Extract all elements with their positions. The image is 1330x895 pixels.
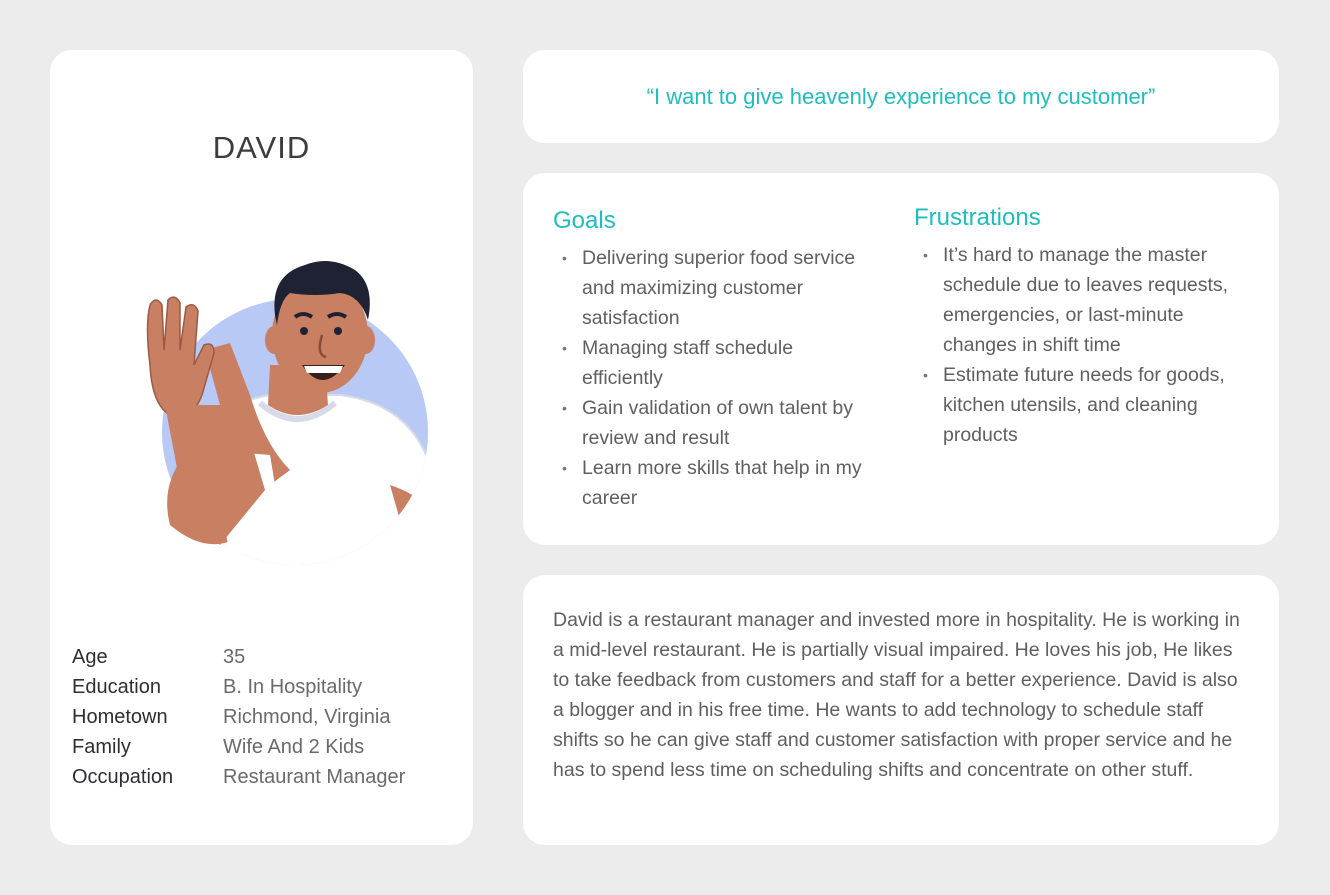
list-item: Managing staff schedule efficiently	[553, 333, 873, 393]
list-item: Learn more skills that help in my career	[553, 453, 873, 513]
frustrations-title: Frustrations	[914, 204, 1041, 231]
detail-value: Richmond, Virginia	[223, 705, 391, 728]
persona-quote: “I want to give heavenly experience to m…	[646, 83, 1156, 109]
detail-value: B. In Hospitality	[223, 675, 362, 698]
goals-frustrations-card: Goals Delivering superior food service a…	[523, 173, 1279, 545]
frustrations-section: Frustrations It’s hard to manage the mas…	[914, 204, 1244, 450]
detail-row-age: Age 35	[72, 642, 405, 672]
detail-value: 35	[223, 645, 246, 668]
profile-card: DAVID Age 35 Education B. In Hospitality…	[50, 50, 473, 845]
detail-label: Family	[72, 735, 131, 758]
detail-value: Wife And 2 Kids	[223, 735, 365, 758]
detail-label: Education	[72, 675, 161, 698]
bio-card: David is a restaurant manager and invest…	[523, 575, 1279, 845]
quote-card: “I want to give heavenly experience to m…	[523, 50, 1279, 143]
detail-row-occupation: Occupation Restaurant Manager	[72, 762, 405, 792]
goals-section: Goals Delivering superior food service a…	[553, 207, 873, 513]
list-item: Delivering superior food service and max…	[553, 243, 873, 333]
list-item: Estimate future needs for goods, kitchen…	[914, 360, 1244, 450]
detail-label: Occupation	[72, 765, 174, 788]
list-item: Gain validation of own talent by review …	[553, 393, 873, 453]
persona-name: DAVID	[212, 130, 311, 165]
goals-list: Delivering superior food service and max…	[553, 243, 873, 513]
detail-label: Age	[72, 645, 108, 668]
profile-details: Age 35 Education B. In Hospitality Homet…	[72, 642, 405, 792]
detail-row-education: Education B. In Hospitality	[72, 672, 405, 702]
detail-row-family: Family Wife And 2 Kids	[72, 732, 405, 762]
detail-label: Hometown	[72, 705, 168, 728]
list-item: It’s hard to manage the master schedule …	[914, 240, 1244, 360]
detail-row-hometown: Hometown Richmond, Virginia	[72, 702, 405, 732]
avatar-illustration	[146, 261, 428, 565]
detail-value: Restaurant Manager	[223, 765, 406, 788]
persona-bio: David is a restaurant manager and invest…	[553, 609, 1240, 781]
frustrations-list: It’s hard to manage the master schedule …	[914, 240, 1244, 450]
goals-title: Goals	[553, 207, 616, 234]
